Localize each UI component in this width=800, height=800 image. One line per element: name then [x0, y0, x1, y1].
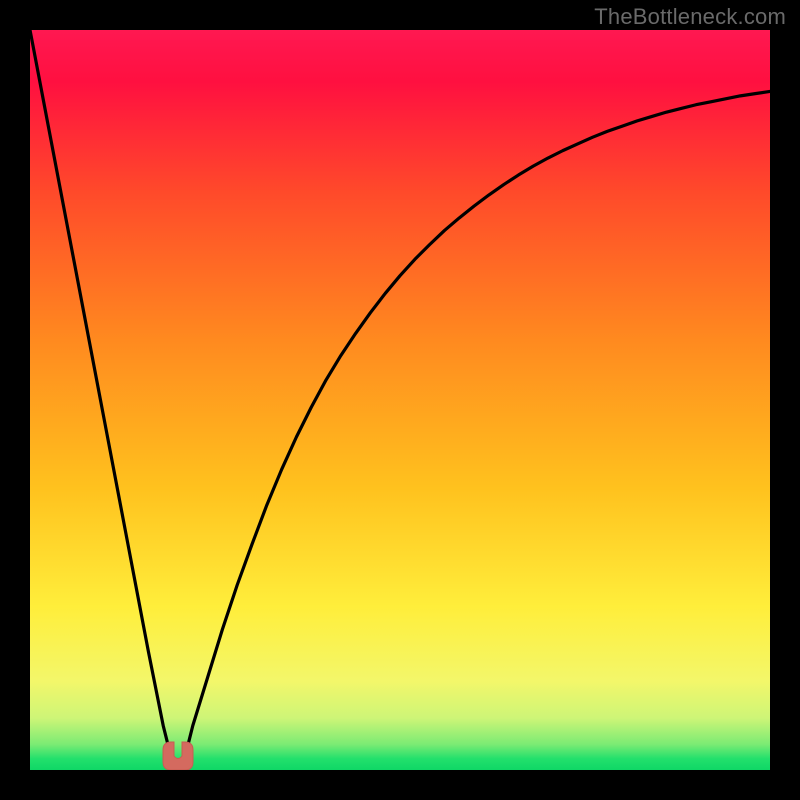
- watermark-text: TheBottleneck.com: [594, 4, 786, 30]
- plot-area: [30, 30, 770, 770]
- chart-stage: TheBottleneck.com: [0, 0, 800, 800]
- chart-plot: [0, 0, 800, 800]
